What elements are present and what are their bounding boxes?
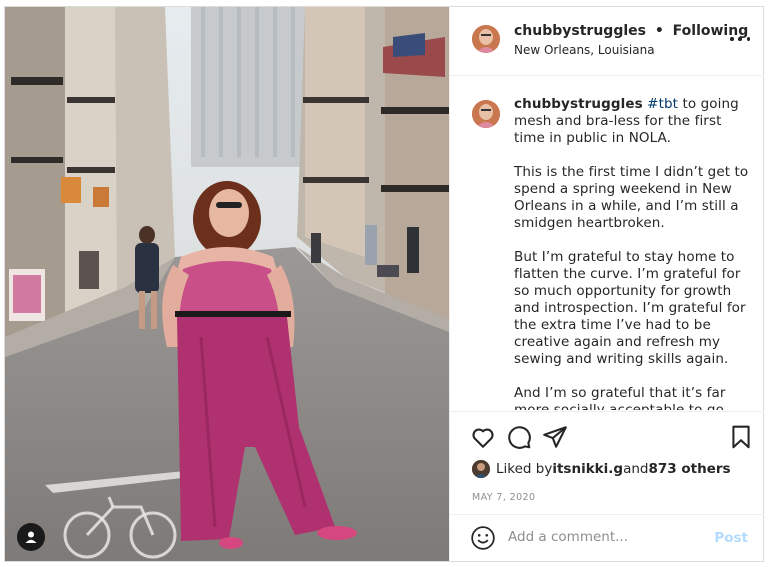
location-link[interactable]: New Orleans, Louisiana [514,43,655,57]
street-scene-image [5,7,449,561]
likes-count[interactable]: 873 others [648,461,730,477]
caption-paragraph-1: chubbystruggles #tbt to going mesh and b… [514,96,754,147]
caption-paragraph-3: But I’m grateful to stay home to flatten… [514,249,746,367]
smiley-icon[interactable] [470,525,496,551]
caption-paragraph-4: And I’m so grateful that it’s far more s… [514,385,726,410]
action-bar: Liked by itsnikki.g and 873 others MAY 7… [450,411,764,514]
avatar[interactable] [472,25,500,53]
post-button[interactable]: Post [714,530,748,546]
bookmark-icon[interactable] [728,424,754,450]
likes-prefix: Liked by [496,461,553,477]
liker-avatar [472,460,490,478]
user-tag-icon[interactable] [17,523,45,551]
post-header: chubbystruggles • Following New Orleans,… [450,7,764,76]
caption-text: chubbystruggles #tbt to going mesh and b… [514,96,754,410]
post-details-panel: chubbystruggles • Following New Orleans,… [449,7,764,561]
likes-joiner: and [623,461,649,477]
comment-box: Post [450,514,764,562]
comment-bubble-icon[interactable] [506,424,532,450]
post-date[interactable]: MAY 7, 2020 [472,492,535,503]
comment-input[interactable] [508,529,704,545]
post-photo[interactable] [5,7,449,561]
post-card: chubbystruggles • Following New Orleans,… [4,6,764,562]
header-separator: • [654,23,664,39]
likes-line[interactable]: Liked by itsnikki.g and 873 others [472,460,731,478]
header-user-line: chubbystruggles • Following [514,23,748,39]
header-username[interactable]: chubbystruggles [514,23,646,39]
caption-area[interactable]: chubbystruggles #tbt to going mesh and b… [450,76,764,410]
hashtag-link[interactable]: #tbt [647,96,678,112]
paper-plane-icon[interactable] [542,424,568,450]
liker-username[interactable]: itsnikki.g [552,461,623,477]
caption-avatar[interactable] [472,100,500,128]
caption-paragraph-2: This is the first time I didn’t get to s… [514,164,749,231]
heart-icon[interactable] [470,424,496,450]
ellipsis-icon[interactable] [730,29,750,49]
caption-username[interactable]: chubbystruggles [514,96,643,112]
